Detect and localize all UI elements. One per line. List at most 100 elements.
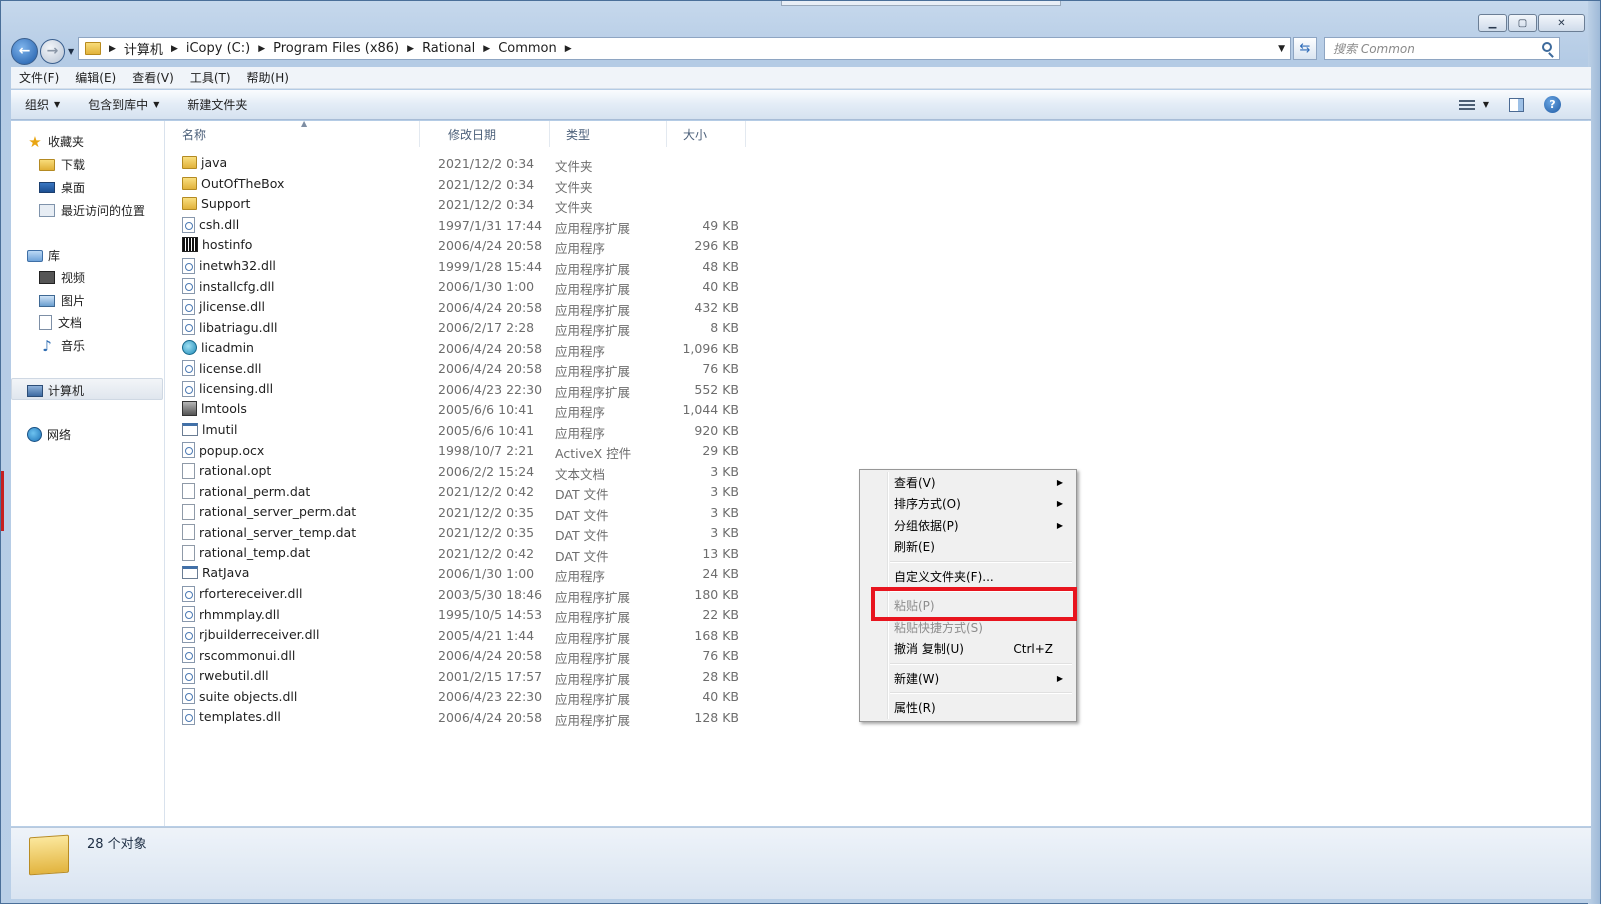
nav-downloads[interactable]: 下载 bbox=[39, 156, 85, 173]
ctx-group-by[interactable]: 分组依据(P) ▶ bbox=[863, 515, 1073, 536]
menu-edit[interactable]: 编辑(E) bbox=[67, 69, 124, 86]
breadcrumb-rational[interactable]: Rational bbox=[422, 41, 475, 56]
table-row[interactable]: Support 2021/12/2 0:34 文件夹 bbox=[182, 194, 762, 215]
file-name-cell[interactable]: licadmin bbox=[182, 339, 254, 355]
address-dropdown-icon[interactable]: ▼ bbox=[1278, 44, 1285, 54]
change-view-button[interactable]: ▼ bbox=[1458, 98, 1489, 112]
nav-network[interactable]: 网络 bbox=[27, 426, 71, 443]
column-header-date[interactable]: 修改日期 bbox=[432, 121, 550, 147]
table-row[interactable]: csh.dll 1997/1/31 17:44 应用程序扩展 49 KB bbox=[182, 215, 762, 236]
file-name-cell[interactable]: hostinfo bbox=[182, 237, 252, 252]
table-row[interactable]: RatJava 2006/1/30 1:00 应用程序 24 KB bbox=[182, 563, 762, 584]
column-header-size[interactable]: 大小 bbox=[667, 121, 746, 147]
file-name-cell[interactable]: inetwh32.dll bbox=[182, 257, 276, 274]
menu-tools[interactable]: 工具(T) bbox=[182, 69, 239, 86]
table-row[interactable]: rfortereceiver.dll 2003/5/30 18:46 应用程序扩展 1… bbox=[182, 584, 762, 605]
table-row[interactable]: inetwh32.dll 1999/1/28 15:44 应用程序扩展 48 KB bbox=[182, 256, 762, 277]
menu-help[interactable]: 帮助(H) bbox=[239, 69, 297, 86]
file-name-cell[interactable]: rjbuilderreceiver.dll bbox=[182, 626, 319, 643]
table-row[interactable]: licensing.dll 2006/4/23 22:30 应用程序扩展 552 KB bbox=[182, 379, 762, 400]
file-name-cell[interactable]: Support bbox=[182, 196, 250, 211]
table-row[interactable]: license.dll 2006/4/24 20:58 应用程序扩展 76 KB bbox=[182, 358, 762, 379]
table-row[interactable]: jlicense.dll 2006/4/24 20:58 应用程序扩展 432 KB bbox=[182, 297, 762, 318]
file-name-cell[interactable]: libatriagu.dll bbox=[182, 319, 277, 335]
table-row[interactable]: licadmin 2006/4/24 20:58 应用程序 1,096 KB bbox=[182, 338, 762, 359]
table-row[interactable]: lmutil 2005/6/6 10:41 应用程序 920 KB bbox=[182, 420, 762, 441]
file-name-cell[interactable]: installcfg.dll bbox=[182, 278, 274, 294]
table-row[interactable]: popup.ocx 1998/10/7 2:21 ActiveX 控件 29 KB bbox=[182, 440, 762, 461]
table-row[interactable]: rwebutil.dll 2001/2/15 17:57 应用程序扩展 28 KB bbox=[182, 666, 762, 687]
ctx-view[interactable]: 查看(V) ▶ bbox=[863, 472, 1073, 493]
nav-computer[interactable]: 计算机 bbox=[27, 382, 84, 399]
file-name-cell[interactable]: lmutil bbox=[182, 422, 237, 437]
file-name-cell[interactable]: rational.opt bbox=[182, 462, 271, 479]
file-name-cell[interactable]: rational_server_temp.dat bbox=[182, 524, 356, 540]
preview-pane-icon[interactable] bbox=[1509, 97, 1524, 112]
file-name-cell[interactable]: lmtools bbox=[182, 401, 247, 416]
table-row[interactable]: templates.dll 2006/4/24 20:58 应用程序扩展 128 KB bbox=[182, 707, 762, 728]
search-icon[interactable] bbox=[1542, 42, 1552, 52]
column-header-type[interactable]: 类型 bbox=[550, 121, 667, 147]
table-row[interactable]: java 2021/12/2 0:34 文件夹 bbox=[182, 153, 762, 174]
file-name-cell[interactable]: rhmmplay.dll bbox=[182, 606, 280, 622]
table-row[interactable]: lmtools 2005/6/6 10:41 应用程序 1,044 KB bbox=[182, 399, 762, 420]
close-button[interactable]: ✕ bbox=[1538, 14, 1585, 32]
file-name-cell[interactable]: rational_temp.dat bbox=[182, 544, 310, 561]
table-row[interactable]: OutOfTheBox 2021/12/2 0:34 文件夹 bbox=[182, 174, 762, 195]
file-name-cell[interactable]: rscommonui.dll bbox=[182, 647, 295, 663]
breadcrumb-drive[interactable]: iCopy (C:) bbox=[186, 41, 250, 56]
nav-desktop[interactable]: 桌面 bbox=[39, 179, 85, 196]
file-name-cell[interactable]: popup.ocx bbox=[182, 442, 264, 458]
back-button[interactable]: ← bbox=[11, 37, 38, 65]
table-row[interactable]: rscommonui.dll 2006/4/24 20:58 应用程序扩展 76 KB bbox=[182, 645, 762, 666]
chevron-right-icon[interactable]: ▶ bbox=[565, 44, 572, 54]
table-row[interactable]: rjbuilderreceiver.dll 2005/4/21 1:44 应用程序扩… bbox=[182, 625, 762, 646]
maximize-button[interactable]: ▢ bbox=[1508, 14, 1537, 32]
file-name-cell[interactable]: templates.dll bbox=[182, 708, 281, 725]
file-name-cell[interactable]: csh.dll bbox=[182, 216, 239, 233]
breadcrumb-program-files[interactable]: Program Files (x86) bbox=[273, 41, 399, 56]
recent-pages-dropdown[interactable]: ▼ bbox=[68, 47, 74, 56]
help-icon[interactable]: ? bbox=[1544, 96, 1561, 113]
chevron-right-icon[interactable]: ▶ bbox=[109, 44, 116, 54]
nav-recent[interactable]: 最近访问的位置 bbox=[39, 202, 145, 219]
file-name-cell[interactable]: suite objects.dll bbox=[182, 688, 297, 704]
chevron-right-icon[interactable]: ▶ bbox=[171, 44, 178, 54]
nav-libraries[interactable]: 库 bbox=[27, 247, 60, 264]
ctx-new[interactable]: 新建(W) ▶ bbox=[863, 668, 1073, 689]
nav-music[interactable]: ♪ 音乐 bbox=[39, 337, 85, 354]
breadcrumb-computer[interactable]: 计算机 bbox=[124, 39, 163, 58]
file-name-cell[interactable]: licensing.dll bbox=[182, 380, 273, 397]
file-name-cell[interactable]: license.dll bbox=[182, 360, 262, 376]
nav-documents[interactable]: 文档 bbox=[39, 314, 82, 331]
menu-file[interactable]: 文件(F) bbox=[11, 69, 67, 86]
ctx-properties[interactable]: 属性(R) bbox=[863, 697, 1073, 718]
file-name-cell[interactable]: RatJava bbox=[182, 565, 249, 580]
file-name-cell[interactable]: java bbox=[182, 155, 227, 170]
refresh-button[interactable]: ⇆ bbox=[1293, 37, 1317, 60]
ctx-refresh[interactable]: 刷新(E) bbox=[863, 536, 1073, 557]
table-row[interactable]: installcfg.dll 2006/1/30 1:00 应用程序扩展 40 KB bbox=[182, 276, 762, 297]
address-bar[interactable]: ▶ 计算机 ▶ iCopy (C:) ▶ Program Files (x86)… bbox=[78, 37, 1291, 60]
column-header-name[interactable]: 名称 ▲ bbox=[166, 119, 420, 147]
chevron-right-icon[interactable]: ▶ bbox=[483, 44, 490, 54]
table-row[interactable]: hostinfo 2006/4/24 20:58 应用程序 296 KB bbox=[182, 235, 762, 256]
table-row[interactable]: rational_server_temp.dat 2021/12/2 0:35 DA… bbox=[182, 522, 762, 543]
file-name-cell[interactable]: rational_server_perm.dat bbox=[182, 503, 356, 520]
nav-favorites[interactable]: ★ 收藏夹 bbox=[27, 133, 84, 150]
search-input[interactable]: 搜索 Common bbox=[1324, 37, 1560, 60]
table-row[interactable]: rational.opt 2006/2/2 15:24 文本文档 3 KB bbox=[182, 461, 762, 482]
nav-pictures[interactable]: 图片 bbox=[39, 292, 85, 309]
new-folder-button[interactable]: 新建文件夹 bbox=[173, 96, 261, 113]
ctx-undo-copy[interactable]: 撤消 复制(U) Ctrl+Z bbox=[863, 638, 1073, 659]
minimize-button[interactable]: ▁ bbox=[1478, 14, 1507, 32]
table-row[interactable]: suite objects.dll 2006/4/23 22:30 应用程序扩展 40… bbox=[182, 686, 762, 707]
file-name-cell[interactable]: OutOfTheBox bbox=[182, 176, 284, 191]
organize-button[interactable]: 组织 ▼ bbox=[11, 96, 74, 113]
file-name-cell[interactable]: rwebutil.dll bbox=[182, 667, 269, 684]
file-name-cell[interactable]: rfortereceiver.dll bbox=[182, 585, 302, 602]
breadcrumb-common[interactable]: Common bbox=[498, 41, 557, 56]
forward-button[interactable]: → bbox=[40, 38, 65, 64]
ctx-customize-folder[interactable]: 自定义文件夹(F)... bbox=[863, 566, 1073, 587]
menu-view[interactable]: 查看(V) bbox=[124, 69, 182, 86]
